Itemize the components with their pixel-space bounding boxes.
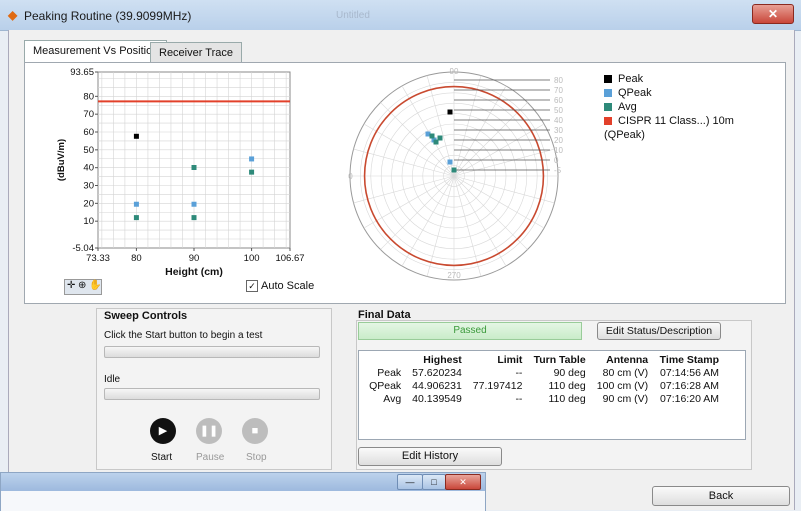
start-label: Start bbox=[151, 452, 173, 463]
x-tick-label: 80 bbox=[131, 253, 142, 264]
data-point-avg bbox=[249, 169, 255, 175]
edit-status-description-button[interactable]: Edit Status/Description bbox=[597, 322, 721, 340]
legend-item-avg: Avg bbox=[604, 100, 774, 114]
column-header: Antenna bbox=[606, 354, 649, 366]
scatter-chart: 93.658070605040302010-5.0473.33 80 90 100 10… bbox=[56, 67, 305, 278]
x-tick-label: 90 bbox=[189, 253, 200, 264]
back-button[interactable]: Back bbox=[652, 486, 790, 506]
sweep-progress-bar bbox=[104, 346, 320, 358]
legend: Peak QPeak Avg CISPR 11 Class...) 10m (Q… bbox=[604, 72, 774, 141]
polar-chart: 80706050403020100-5 90 180 270 bbox=[348, 67, 563, 281]
pause-button[interactable]: ❚❚ bbox=[196, 418, 222, 444]
background-window-title: Untitled bbox=[336, 10, 370, 21]
overlay-window: — □ ✕ bbox=[0, 472, 486, 511]
column-header: Time Stamp bbox=[659, 354, 719, 366]
tab-receiver-trace[interactable]: Receiver Trace bbox=[150, 42, 242, 63]
chart-toolbar: ✛ ⊕ ✋ bbox=[64, 279, 102, 295]
checkbox-icon[interactable]: ✓ bbox=[246, 280, 258, 293]
data-point-avg bbox=[191, 164, 197, 170]
crosshair-icon[interactable]: ✛ bbox=[67, 280, 75, 291]
data-point-qpeak bbox=[133, 201, 139, 207]
radial-label: 70 bbox=[554, 86, 563, 95]
legend-item-peak: Peak bbox=[604, 72, 774, 86]
close-button[interactable]: ✕ bbox=[752, 4, 794, 24]
angle-label: 90 bbox=[450, 67, 459, 76]
status-passed: Passed bbox=[358, 322, 582, 340]
radial-label: 10 bbox=[554, 146, 563, 155]
stop-button[interactable]: ■ bbox=[242, 418, 268, 444]
y-tick-label: 70 bbox=[83, 109, 94, 120]
radial-label: 50 bbox=[554, 106, 563, 115]
app-icon: ◆ bbox=[8, 8, 18, 22]
maximize-button[interactable]: □ bbox=[422, 474, 446, 490]
radial-label: 0 bbox=[554, 156, 559, 165]
minimize-button[interactable]: — bbox=[397, 474, 423, 490]
y-tick-label: 40 bbox=[83, 163, 94, 174]
data-point-avg bbox=[191, 215, 197, 221]
stop-label: Stop bbox=[246, 452, 267, 463]
data-point-qpeak bbox=[249, 156, 255, 162]
polar-point-peak bbox=[447, 109, 453, 115]
sweep-instruction: Click the Start button to begin a test bbox=[104, 330, 263, 341]
column-header: Limit bbox=[497, 354, 523, 366]
table-row[interactable]: QPeak 44.906231 77.197412 110 deg 100 cm… bbox=[363, 380, 723, 393]
radial-label: 80 bbox=[554, 76, 563, 85]
pan-icon[interactable]: ✋ bbox=[89, 280, 101, 291]
sweep-status: Idle bbox=[104, 374, 121, 385]
y-tick-label: 93.65 bbox=[70, 67, 94, 78]
column-header: Turn Table bbox=[533, 354, 586, 366]
data-point-qpeak bbox=[191, 201, 197, 207]
zoom-icon[interactable]: ⊕ bbox=[78, 280, 86, 291]
radial-label: 40 bbox=[554, 116, 563, 125]
status-progress-bar bbox=[104, 388, 320, 400]
x-tick-label: 100 bbox=[244, 253, 260, 264]
radial-label: 30 bbox=[554, 126, 563, 135]
column-header: Highest bbox=[423, 354, 462, 366]
radial-label: 20 bbox=[554, 136, 563, 145]
table-row[interactable]: Avg 40.139549 -- 110 deg 90 cm (V) 07:16… bbox=[363, 393, 723, 406]
edit-history-button[interactable]: Edit History bbox=[358, 447, 502, 466]
angle-label: 180 bbox=[348, 172, 353, 181]
tab-measurement-vs-position[interactable]: Measurement Vs Position bbox=[24, 40, 168, 63]
auto-scale-label: Auto Scale bbox=[261, 280, 315, 292]
polar-point-avg bbox=[429, 133, 435, 139]
y-tick-label: 30 bbox=[83, 181, 94, 192]
y-tick-label: 10 bbox=[83, 216, 94, 227]
final-data-table: Highest Limit Turn Table Antenna Time St… bbox=[363, 353, 723, 406]
legend-item-limit: CISPR 11 Class...) 10m (QPeak) bbox=[604, 115, 734, 141]
polar-point-avg bbox=[451, 167, 457, 173]
x-axis-label: Height (cm) bbox=[165, 266, 223, 278]
angle-label: 270 bbox=[447, 271, 461, 280]
pause-label: Pause bbox=[196, 452, 225, 463]
final-data-table-container: Highest Limit Turn Table Antenna Time St… bbox=[358, 350, 746, 440]
x-tick-label: 106.67 bbox=[275, 253, 304, 264]
radial-label: 60 bbox=[554, 96, 563, 105]
x-tick-label: 73.33 bbox=[86, 253, 110, 264]
y-axis-label: (dBuV/m) bbox=[56, 139, 67, 181]
window-title: Peaking Routine (39.9099MHz) bbox=[24, 9, 192, 23]
polar-point-avg bbox=[437, 135, 443, 141]
y-tick-label: 20 bbox=[83, 198, 94, 209]
sweep-controls-title: Sweep Controls bbox=[104, 310, 188, 322]
data-point-avg bbox=[133, 215, 139, 221]
start-button[interactable]: ▶ bbox=[150, 418, 176, 444]
data-point-peak bbox=[133, 133, 139, 139]
polar-point-qpeak bbox=[447, 159, 453, 165]
table-row[interactable]: Peak 57.620234 -- 90 deg 80 cm (V) 07:14… bbox=[363, 367, 723, 380]
auto-scale-checkbox[interactable]: ✓ Auto Scale bbox=[246, 280, 315, 293]
y-tick-label: 50 bbox=[83, 145, 94, 156]
column-header bbox=[363, 353, 405, 367]
overlay-close-button[interactable]: ✕ bbox=[445, 474, 481, 490]
y-tick-label: 80 bbox=[83, 91, 94, 102]
y-tick-label: 60 bbox=[83, 127, 94, 138]
radial-label: -5 bbox=[554, 166, 562, 175]
legend-item-qpeak: QPeak bbox=[604, 86, 774, 100]
